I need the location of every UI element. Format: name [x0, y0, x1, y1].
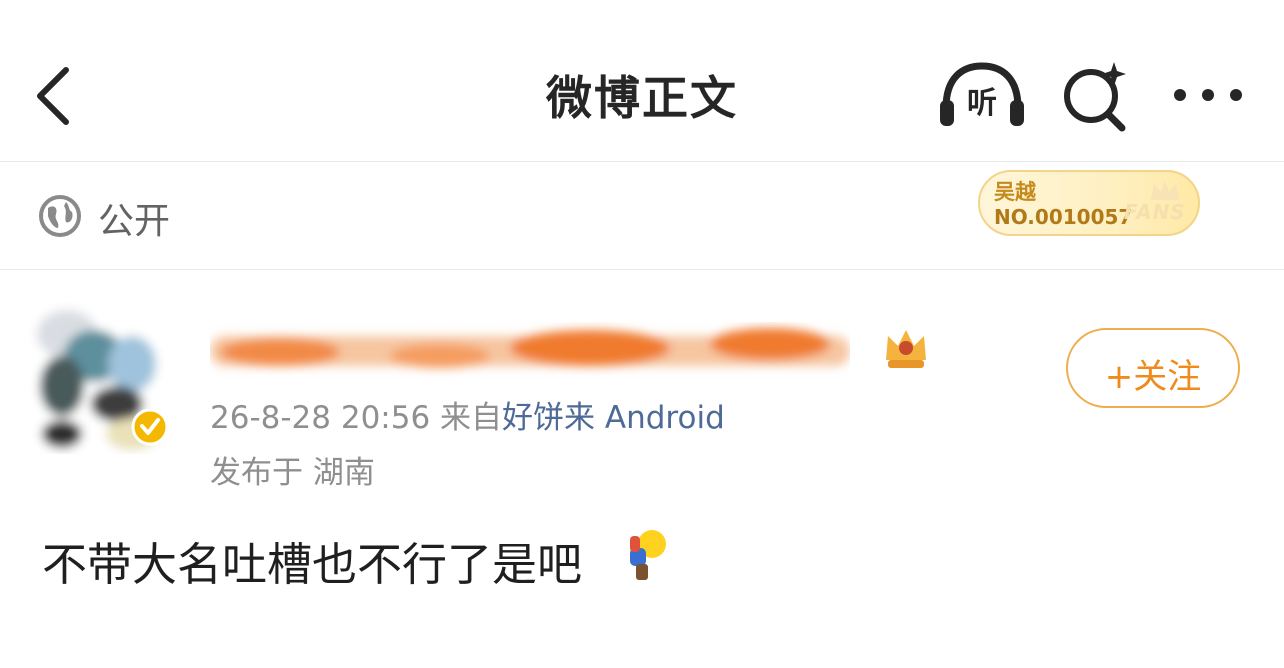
post-timestamp: 26-8-28 20:56: [210, 400, 431, 436]
globe-icon: [39, 195, 81, 237]
follow-button[interactable]: +关注: [1066, 328, 1240, 408]
verified-badge-icon: [131, 408, 169, 446]
post-source-link[interactable]: 好饼来 Android: [502, 400, 725, 436]
post-location: 发布于 湖南: [210, 455, 375, 491]
post-source-prefix: 来自: [440, 400, 503, 436]
crown-icon: [1151, 181, 1179, 200]
post-content: 不带大名吐槽也不行了是吧: [42, 538, 583, 591]
fans-badge[interactable]: 吴越 NO.0010057 FANS: [978, 170, 1200, 236]
more-dots-icon: [1174, 89, 1242, 101]
username-redacted[interactable]: [210, 322, 850, 380]
ai-search-icon: [1064, 62, 1126, 132]
listen-button[interactable]: 听: [936, 60, 1028, 130]
visibility-label: 公开: [98, 201, 171, 242]
crown-level-icon: [886, 330, 926, 368]
chevron-left-icon: [37, 67, 69, 125]
post-meta: 26-8-28 20:56 来自好饼来 Android: [210, 392, 725, 437]
top-navigation-bar: 微博正文 听: [0, 0, 1284, 162]
ai-search-button[interactable]: [1058, 58, 1134, 134]
follow-label: +关注: [1104, 357, 1202, 397]
back-button[interactable]: [28, 60, 84, 132]
more-options-button[interactable]: [1168, 70, 1248, 120]
bowing-person-emoji-icon: [630, 530, 666, 580]
fans-badge-name: 吴越: [994, 180, 1036, 204]
listen-label: 听: [967, 86, 997, 121]
fans-badge-number: NO.0010057: [994, 205, 1133, 229]
